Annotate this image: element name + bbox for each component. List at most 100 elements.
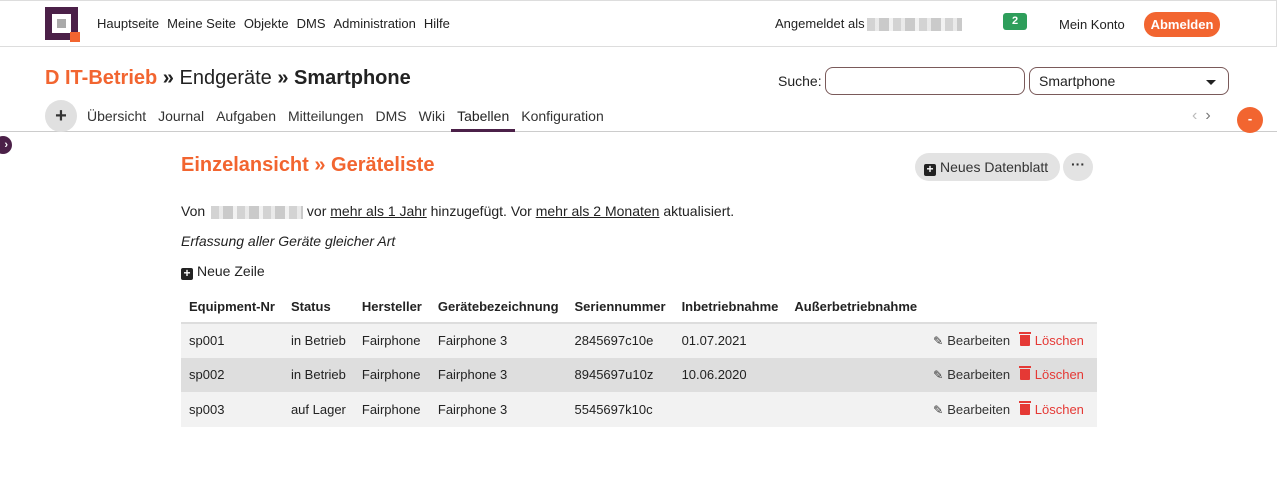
breadcrumb-separator: » (271, 67, 295, 89)
chevron-right-icon[interactable]: › (1205, 107, 1210, 124)
tab-tabellen[interactable]: Tabellen (451, 100, 516, 132)
collapse-button[interactable]: - (1237, 107, 1263, 133)
tab-mitteilungen[interactable]: Mitteilungen (282, 100, 370, 132)
row-actions: ✎ Bearbeiten Löschen (925, 323, 1097, 358)
delete-label: Löschen (1034, 401, 1084, 417)
table-row: sp003 auf Lager Fairphone Fairphone 3 55… (181, 392, 1097, 427)
chevron-down-icon (1206, 80, 1216, 85)
cell-seriennummer: 8945697u10z (566, 357, 674, 392)
plus-square-icon: + (181, 267, 193, 280)
tab-wiki[interactable]: Wiki (413, 100, 451, 132)
app-logo[interactable] (45, 7, 80, 42)
new-row-button[interactable]: + Neue Zeile (181, 263, 265, 280)
cell-ausserbetriebnahme (786, 392, 926, 427)
tab-konfiguration[interactable]: Konfiguration (515, 100, 610, 132)
col-equipment-nr[interactable]: Equipment-Nr (181, 291, 283, 324)
nav-hauptseite[interactable]: Hauptseite (97, 16, 159, 31)
search-scope-select[interactable]: Smartphone (1029, 67, 1229, 95)
nav-objekte[interactable]: Objekte (244, 16, 289, 31)
delete-button[interactable]: Löschen (1018, 400, 1084, 417)
tab-dms[interactable]: DMS (370, 100, 413, 132)
plus-square-icon: + (924, 163, 936, 176)
logout-button[interactable]: Abmelden (1144, 12, 1220, 37)
new-datasheet-button[interactable]: + Neues Datenblatt (915, 153, 1061, 181)
tab-aufgaben[interactable]: Aufgaben (210, 100, 282, 132)
delete-label: Löschen (1034, 367, 1084, 383)
tab-journal[interactable]: Journal (152, 100, 210, 132)
cell-status: auf Lager (282, 392, 354, 427)
meta-text: vor (306, 203, 327, 219)
devices-table: Equipment-Nr Status Hersteller Gerätebez… (181, 291, 1097, 427)
col-inbetriebnahme[interactable]: Inbetriebnahme (673, 291, 787, 324)
row-actions: ✎ Bearbeiten Löschen (925, 357, 1097, 392)
chevron-left-icon[interactable]: ‹ (1192, 107, 1197, 124)
breadcrumb-level1[interactable]: D IT-Betrieb (45, 67, 157, 89)
table-row: sp002 in Betrieb Fairphone Fairphone 3 8… (181, 357, 1097, 392)
cell-status: in Betrieb (282, 323, 354, 358)
top-navbar: Hauptseite Meine Seite Objekte DMS Admin… (0, 0, 1277, 47)
cell-inbetriebnahme: 10.06.2020 (673, 357, 787, 392)
search-input[interactable] (825, 67, 1025, 95)
table-row: sp001 in Betrieb Fairphone Fairphone 3 2… (181, 323, 1097, 358)
edit-button[interactable]: ✎ Bearbeiten (933, 402, 1010, 417)
col-geraetebezeichnung[interactable]: Gerätebezeichnung (429, 291, 567, 324)
cell-seriennummer: 5545697k10c (566, 392, 674, 427)
pencil-icon: ✎ (933, 402, 944, 417)
tab-uebersicht[interactable]: Übersicht (81, 100, 152, 132)
cell-inbetriebnahme: 01.07.2021 (673, 323, 787, 358)
nav-hilfe[interactable]: Hilfe (424, 16, 450, 31)
more-options-button[interactable]: ··· (1063, 153, 1093, 181)
col-seriennummer[interactable]: Seriennummer (566, 291, 674, 324)
delete-button[interactable]: Löschen (1018, 332, 1084, 348)
sidebar-toggle[interactable]: › (0, 136, 12, 154)
row-actions: ✎ Bearbeiten Löschen (925, 392, 1097, 427)
cell-ausserbetriebnahme (786, 323, 926, 358)
edit-button[interactable]: ✎ Bearbeiten (933, 367, 1010, 382)
cell-geraetebezeichnung: Fairphone 3 (429, 357, 567, 392)
edit-label: Bearbeiten (947, 367, 1011, 383)
chevron-right-icon: › (4, 139, 8, 151)
logged-in-info: Angemeldet als (775, 16, 962, 32)
created-time-link[interactable]: mehr als 1 Jahr (330, 203, 426, 219)
page-title: Einzelansicht » Geräteliste (181, 154, 435, 176)
cell-geraetebezeichnung: Fairphone 3 (429, 392, 567, 427)
edit-button[interactable]: ✎ Bearbeiten (933, 333, 1010, 348)
breadcrumb-level2[interactable]: Endgeräte (180, 67, 272, 89)
col-actions (925, 291, 1097, 324)
tab-scroll-controls: ‹ › (1192, 107, 1211, 125)
minus-icon: - (1247, 111, 1253, 126)
cell-inbetriebnahme (673, 392, 787, 427)
new-row-label: Neue Zeile (197, 263, 265, 279)
search-label: Suche: (778, 73, 822, 89)
cell-ausserbetriebnahme (786, 357, 926, 392)
nav-meine-seite[interactable]: Meine Seite (167, 16, 236, 31)
breadcrumb: D IT-Betrieb » Endgeräte » Smartphone (45, 67, 411, 90)
nav-administration[interactable]: Administration (334, 16, 416, 31)
meta-text: hinzugefügt. Vor (430, 203, 532, 219)
new-datasheet-label: Neues Datenblatt (940, 159, 1049, 175)
notification-badge[interactable]: 2 (1003, 13, 1027, 30)
cell-hersteller: Fairphone (353, 357, 430, 392)
cell-equipment-nr: sp001 (181, 323, 283, 358)
cell-seriennummer: 2845697c10e (566, 323, 674, 358)
pencil-icon: ✎ (933, 334, 944, 349)
updated-time-link[interactable]: mehr als 2 Monaten (536, 203, 660, 219)
redacted-author (211, 205, 304, 219)
col-hersteller[interactable]: Hersteller (353, 291, 430, 324)
my-account-link[interactable]: Mein Konto (1059, 17, 1125, 32)
col-status[interactable]: Status (282, 291, 354, 324)
nav-dms[interactable]: DMS (297, 16, 326, 31)
table-header-row: Equipment-Nr Status Hersteller Gerätebez… (181, 291, 1097, 324)
breadcrumb-level3: Smartphone (294, 67, 411, 89)
cell-status: in Betrieb (282, 357, 354, 392)
add-button[interactable]: + (45, 100, 77, 132)
redacted-username (866, 18, 962, 32)
trash-icon (1018, 366, 1031, 381)
delete-button[interactable]: Löschen (1018, 366, 1084, 383)
main-nav: Hauptseite Meine Seite Objekte DMS Admin… (97, 16, 458, 31)
edit-label: Bearbeiten (947, 333, 1011, 349)
col-ausserbetriebnahme[interactable]: Außerbetriebnahme (786, 291, 926, 324)
breadcrumb-separator: » (157, 67, 180, 89)
trash-icon (1018, 332, 1031, 347)
cell-hersteller: Fairphone (353, 392, 430, 427)
